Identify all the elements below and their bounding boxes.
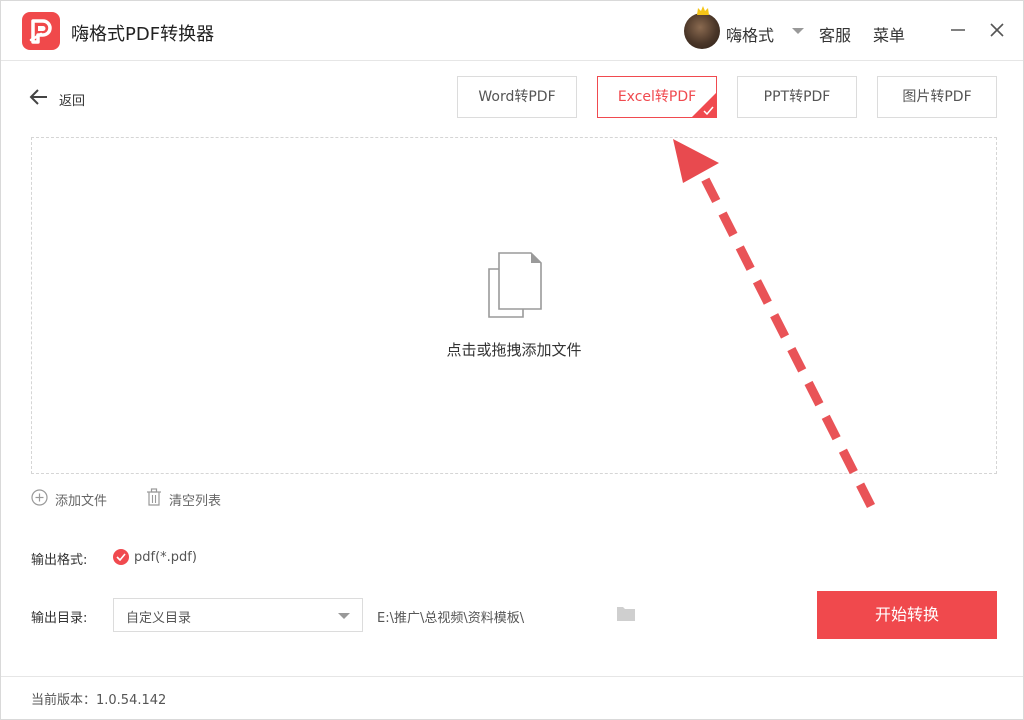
check-icon: [703, 106, 714, 115]
version-text: 当前版本：1.0.54.142: [31, 693, 167, 708]
tab-image-to-pdf[interactable]: 图片转PDF: [877, 76, 997, 118]
folder-icon[interactable]: [616, 605, 636, 622]
minimize-icon[interactable]: [949, 21, 967, 39]
status-footer: 当前版本：1.0.54.142: [1, 676, 1023, 719]
app-logo-icon: [22, 12, 60, 50]
file-drop-zone[interactable]: 点击或拖拽添加文件: [31, 137, 997, 474]
drop-hint-text: 点击或拖拽添加文件: [446, 341, 582, 359]
tab-ppt-to-pdf[interactable]: PPT转PDF: [737, 76, 857, 118]
tab-excel-label: Excel转PDF: [617, 89, 697, 105]
output-format-value[interactable]: pdf(*.pdf): [134, 550, 197, 565]
close-icon[interactable]: [988, 21, 1006, 39]
output-dir-selected: 自定义目录: [126, 611, 192, 626]
file-copy-icon: [488, 252, 542, 318]
output-dir-label: 输出目录:: [31, 611, 88, 626]
add-file-label: 添加文件: [55, 494, 108, 509]
output-dir-path: E:\推广\总视频\资料模板\: [377, 611, 525, 626]
clear-list-label: 清空列表: [169, 494, 222, 509]
chevron-down-icon[interactable]: [792, 28, 804, 34]
crown-icon: [697, 6, 709, 15]
back-label: 返回: [59, 94, 86, 109]
title-bar: 嗨格式PDF转换器 嗨格式 客服 菜单: [1, 1, 1023, 61]
output-format-label: 输出格式:: [31, 553, 88, 568]
menu-button[interactable]: 菜单: [873, 22, 905, 46]
trash-icon: [147, 488, 161, 506]
username[interactable]: 嗨格式: [726, 22, 774, 46]
tab-word-to-pdf[interactable]: Word转PDF: [457, 76, 577, 118]
output-dir-select[interactable]: 自定义目录: [113, 598, 363, 632]
arrow-left-icon: [29, 89, 47, 105]
customer-service-button[interactable]: 客服: [819, 22, 851, 46]
app-title: 嗨格式PDF转换器: [71, 24, 215, 45]
chevron-down-icon: [338, 613, 350, 619]
format-selected-check-icon[interactable]: [113, 549, 129, 565]
avatar[interactable]: [684, 6, 720, 49]
app-window: 嗨格式PDF转换器 嗨格式 客服 菜单 返回 Word转PDF Excel转PD…: [0, 0, 1024, 720]
add-circle-icon: [31, 489, 48, 506]
tab-excel-to-pdf[interactable]: Excel转PDF: [597, 76, 717, 118]
start-convert-button[interactable]: 开始转换: [817, 591, 997, 639]
